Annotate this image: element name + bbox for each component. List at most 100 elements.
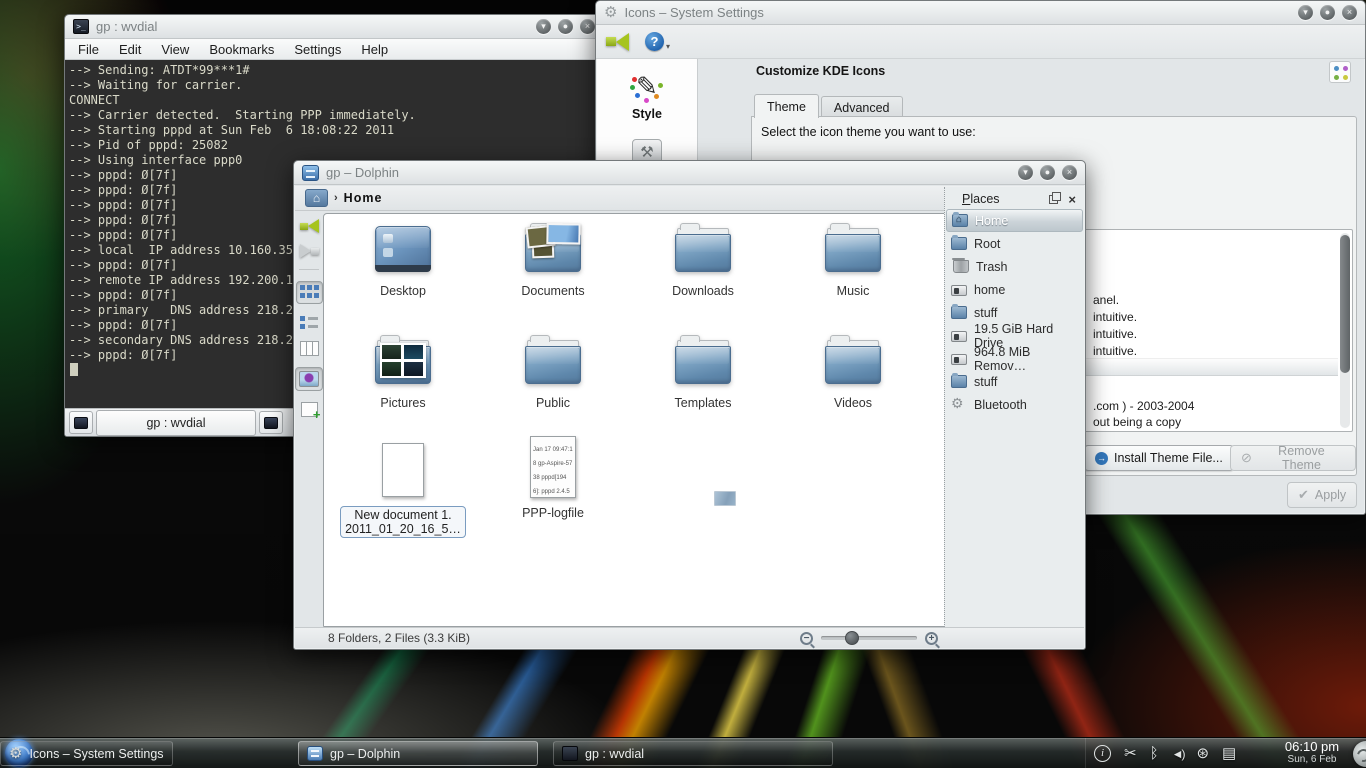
zoom-in-icon[interactable]: + — [925, 632, 938, 645]
float-panel-icon[interactable] — [1049, 195, 1058, 204]
columns-view-button[interactable] — [300, 341, 319, 356]
breadcrumb-home-button[interactable]: ⌂ — [305, 189, 328, 207]
preview-button[interactable] — [295, 367, 323, 391]
folder-item[interactable]: Videos — [778, 336, 928, 448]
zoom-out-icon[interactable]: − — [800, 632, 813, 645]
place-label: Bluetooth — [974, 398, 1027, 412]
tab-list-button[interactable] — [259, 411, 283, 434]
folder-item[interactable]: Pictures — [328, 336, 478, 448]
panel-cashew-icon[interactable] — [1353, 741, 1366, 767]
places-item[interactable]: Trash — [946, 255, 1083, 278]
folder-label: Pictures — [380, 396, 425, 410]
minimize-button[interactable]: ▾ — [1298, 5, 1313, 20]
maximize-button[interactable]: ● — [1040, 165, 1055, 180]
maximize-button[interactable]: ● — [558, 19, 573, 34]
menu-item[interactable]: View — [152, 40, 198, 59]
minimize-button[interactable]: ▾ — [536, 19, 551, 34]
places-item[interactable]: 964.8 MiB Remov… — [946, 347, 1083, 370]
split-view-button[interactable] — [301, 402, 318, 417]
klipper-tray-icon[interactable]: ✂ — [1124, 745, 1137, 763]
icon-theme-prompt: Select the icon theme you want to use: — [761, 125, 976, 139]
close-icon[interactable]: × — [1068, 193, 1076, 206]
folder-grid: Desktop Documents Downloads Musi — [328, 224, 928, 448]
places-list: Home Root Trash home — [945, 209, 1084, 416]
help-icon: ? — [645, 32, 664, 51]
places-item[interactable]: Home — [946, 209, 1083, 232]
maximize-button[interactable]: ● — [1320, 5, 1335, 20]
details-view-button[interactable] — [300, 315, 318, 330]
info-tray-icon[interactable]: i — [1094, 745, 1111, 762]
zoom-controls: − + — [800, 632, 938, 645]
places-panel: Places × Home Root — [944, 187, 1084, 627]
folder-item[interactable]: Templates — [628, 336, 778, 448]
theme-credit-fragments: .com ) - 2003-2004out being a copy — [1093, 398, 1194, 430]
battery-tray-icon[interactable]: ▤ — [1222, 745, 1236, 763]
task-dolphin[interactable]: gp – Dolphin — [298, 741, 538, 766]
terminal-window-title: gp : wvdial — [96, 19, 157, 34]
menu-item[interactable]: Help — [352, 40, 397, 59]
remove-theme-button[interactable]: ⊘ Remove Theme — [1230, 445, 1356, 471]
task-wvdial[interactable]: gp : wvdial — [553, 741, 833, 766]
status-bar: 8 Folders, 2 Files (3.3 KiB) − + — [295, 627, 1084, 648]
close-button[interactable]: × — [1062, 165, 1077, 180]
back-button[interactable] — [606, 33, 629, 51]
file-item-ppp-logfile[interactable]: Jan 17 09:47:18 gp-Aspire-5738 pppd[1946… — [478, 436, 628, 520]
folder-label: Templates — [675, 396, 732, 410]
terminal-tab-icon — [74, 417, 88, 429]
folder-item[interactable]: Downloads — [628, 224, 778, 336]
folder-icon — [825, 338, 881, 384]
forward-button[interactable] — [300, 244, 319, 258]
usb-tray-icon[interactable]: ⊛ — [1196, 745, 1209, 763]
volume-tray-icon[interactable]: ◄) — [1172, 745, 1184, 763]
style-category-icon[interactable]: ✎ — [628, 71, 666, 105]
overview-grid-icon[interactable] — [1329, 61, 1351, 83]
list-text-fragment: intuitive. — [1093, 309, 1137, 326]
clock[interactable]: 06:10 pm Sun, 6 Feb — [1272, 740, 1352, 766]
dolphin-titlebar[interactable]: gp – Dolphin ▾ ● × — [294, 161, 1085, 185]
list-text-fragment: .com ) - 2003-2004 — [1093, 398, 1194, 414]
zoom-slider-handle[interactable] — [845, 631, 859, 645]
zoom-slider[interactable] — [821, 636, 917, 640]
apply-button[interactable]: ✔ Apply — [1287, 482, 1357, 508]
folder-icon — [825, 226, 881, 272]
folder-view[interactable]: Desktop Documents Downloads Musi — [323, 213, 946, 627]
places-item[interactable]: home — [946, 278, 1083, 301]
menu-item[interactable]: Edit — [110, 40, 150, 59]
folder-item[interactable]: Desktop — [328, 224, 478, 336]
close-button[interactable]: × — [580, 19, 595, 34]
file-item-new-document[interactable]: New document 1.2011_01_20_16_5… — [328, 436, 478, 538]
tab-advanced[interactable]: Advanced — [821, 96, 903, 118]
back-button[interactable] — [300, 219, 319, 233]
scrollbar[interactable] — [1340, 233, 1350, 428]
bluetooth-tray-icon[interactable]: ᛒ — [1150, 745, 1159, 763]
terminal-tab[interactable]: gp : wvdial — [96, 410, 256, 436]
folder-item[interactable]: Public — [478, 336, 628, 448]
folder-item[interactable]: Music — [778, 224, 928, 336]
close-button[interactable]: × — [1342, 5, 1357, 20]
places-item[interactable]: Bluetooth — [946, 393, 1083, 416]
places-item[interactable]: Root — [946, 232, 1083, 255]
folder-item[interactable]: Documents — [478, 224, 628, 336]
tab-theme[interactable]: Theme — [754, 94, 819, 118]
clock-date: Sun, 6 Feb — [1272, 754, 1352, 766]
minimize-button[interactable]: ▾ — [1018, 165, 1033, 180]
install-theme-button[interactable]: → Install Theme File... — [1084, 445, 1234, 471]
task-icon — [9, 746, 22, 761]
task-icon — [562, 746, 578, 761]
scrollbar-thumb[interactable] — [1340, 235, 1350, 373]
system-settings-titlebar[interactable]: ⚙ Icons – System Settings ▾ ● × — [596, 1, 1365, 25]
task-system-settings[interactable]: Icons – System Settings — [0, 741, 173, 766]
menu-item[interactable]: Settings — [285, 40, 350, 59]
help-button[interactable]: ? ▾ — [645, 32, 670, 51]
folder-icon — [375, 338, 431, 384]
remove-theme-label: Remove Theme — [1258, 444, 1345, 472]
menu-item[interactable]: File — [69, 40, 108, 59]
new-tab-button[interactable] — [69, 411, 93, 434]
menu-item[interactable]: Bookmarks — [200, 40, 283, 59]
icons-view-button[interactable] — [296, 281, 323, 304]
breadcrumb-home-label[interactable]: Home — [344, 191, 383, 205]
folder-icon — [525, 226, 581, 272]
places-item[interactable]: stuff — [946, 370, 1083, 393]
terminal-titlebar[interactable]: >_ gp : wvdial ▾ ● × — [65, 15, 603, 39]
sidebar-item-style[interactable]: Style — [597, 107, 697, 121]
